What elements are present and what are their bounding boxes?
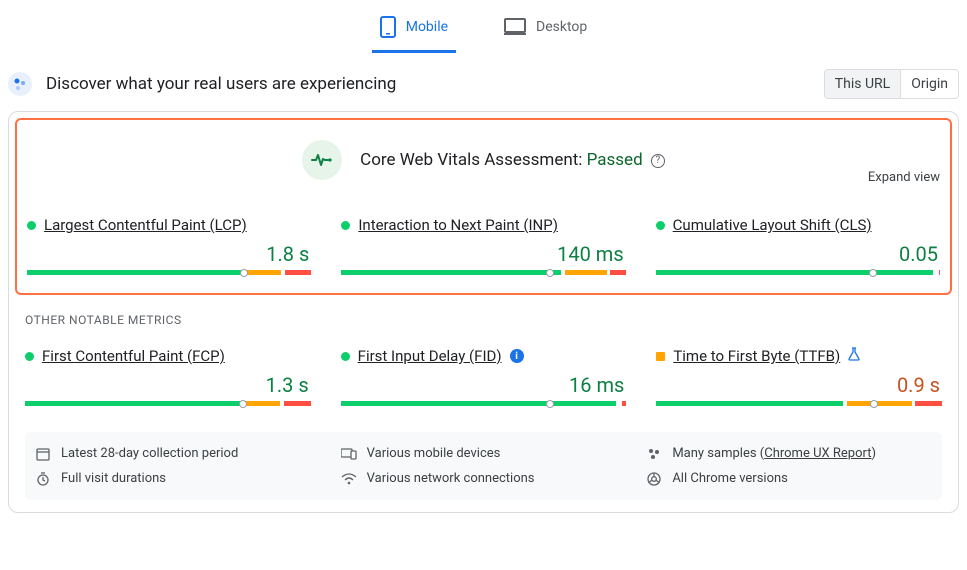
footer-network: Various network connections xyxy=(341,471,627,486)
assessment-text: Core Web Vitals Assessment: Passed ? xyxy=(360,150,665,170)
distribution-bar xyxy=(25,401,311,406)
devices-icon xyxy=(341,448,357,460)
distribution-bar xyxy=(27,270,311,275)
samples-icon xyxy=(646,447,662,461)
metric-value: 140 ms xyxy=(341,242,623,266)
metric-name[interactable]: Interaction to Next Paint (INP) xyxy=(358,216,558,234)
metric-name[interactable]: First Input Delay (FID) xyxy=(358,347,502,365)
metric-ttfb: Time to First Byte (TTFB) 0.9 s xyxy=(656,347,942,406)
vitals-pulse-icon xyxy=(302,140,342,180)
tab-desktop-label: Desktop xyxy=(536,19,587,35)
help-icon[interactable]: ? xyxy=(651,154,665,168)
metric-name[interactable]: First Contentful Paint (FCP) xyxy=(42,347,225,365)
desktop-icon xyxy=(504,18,526,36)
field-data-panel: Core Web Vitals Assessment: Passed ? Exp… xyxy=(8,111,959,513)
percentile-marker xyxy=(868,265,876,279)
metric-value: 0.9 s xyxy=(656,373,940,397)
assessment-status: Passed xyxy=(587,150,643,170)
scope-this-url[interactable]: This URL xyxy=(825,70,900,98)
rating-swatch xyxy=(656,221,665,230)
clock-icon xyxy=(35,472,51,486)
tab-mobile-label: Mobile xyxy=(406,19,448,35)
calendar-icon xyxy=(35,447,51,461)
page-title: Discover what your real users are experi… xyxy=(46,74,396,94)
scope-toggle: This URL Origin xyxy=(824,69,959,99)
header-row: Discover what your real users are experi… xyxy=(0,53,967,111)
other-metrics-label: OTHER NOTABLE METRICS xyxy=(9,313,958,337)
rating-swatch xyxy=(27,221,36,230)
mobile-icon xyxy=(380,16,396,38)
metric-name[interactable]: Time to First Byte (TTFB) xyxy=(673,347,840,365)
device-tabs: Mobile Desktop xyxy=(0,0,967,53)
network-icon xyxy=(341,473,357,485)
metric-value: 0.05 xyxy=(656,242,938,266)
rating-swatch xyxy=(25,352,34,361)
footer-samples: Many samples (Chrome UX Report) xyxy=(646,446,932,461)
percentile-marker xyxy=(238,396,246,410)
footer-durations: Full visit durations xyxy=(35,471,321,486)
metric-fcp: First Contentful Paint (FCP) 1.3 s xyxy=(25,347,311,406)
distribution-bar xyxy=(656,401,942,406)
tab-desktop[interactable]: Desktop xyxy=(496,10,595,53)
percentile-marker xyxy=(545,265,553,279)
core-vitals-box: Core Web Vitals Assessment: Passed ? Exp… xyxy=(15,118,952,295)
metric-value: 1.8 s xyxy=(27,242,309,266)
data-footer: Latest 28-day collection period Various … xyxy=(25,432,942,500)
scope-origin[interactable]: Origin xyxy=(900,70,958,98)
other-metrics-grid: First Contentful Paint (FCP) 1.3 s First… xyxy=(9,347,958,406)
tab-mobile[interactable]: Mobile xyxy=(372,10,456,53)
metric-lcp: Largest Contentful Paint (LCP) 1.8 s xyxy=(27,216,311,275)
assessment-label: Core Web Vitals Assessment: xyxy=(360,150,582,170)
percentile-marker xyxy=(869,396,877,410)
info-icon[interactable]: i xyxy=(510,349,524,363)
metric-cls: Cumulative Layout Shift (CLS) 0.05 xyxy=(656,216,940,275)
users-icon xyxy=(8,72,32,96)
footer-devices: Various mobile devices xyxy=(341,446,627,461)
footer-period: Latest 28-day collection period xyxy=(35,446,321,461)
distribution-bar xyxy=(656,270,940,275)
metric-value: 16 ms xyxy=(341,373,625,397)
metric-inp: Interaction to Next Paint (INP) 140 ms xyxy=(341,216,625,275)
rating-swatch xyxy=(341,221,350,230)
distribution-bar xyxy=(341,270,625,275)
footer-versions: All Chrome versions xyxy=(646,471,932,486)
percentile-marker xyxy=(239,265,247,279)
metric-name[interactable]: Cumulative Layout Shift (CLS) xyxy=(673,216,872,234)
flask-icon[interactable] xyxy=(848,347,860,365)
metric-value: 1.3 s xyxy=(25,373,309,397)
distribution-bar xyxy=(341,401,627,406)
percentile-marker xyxy=(545,396,553,410)
rating-swatch xyxy=(656,352,665,361)
expand-view-link[interactable]: Expand view xyxy=(868,170,940,185)
metric-fid: First Input Delay (FID) i 16 ms xyxy=(341,347,627,406)
core-metrics-grid: Largest Contentful Paint (LCP) 1.8 s Int… xyxy=(27,216,940,275)
rating-swatch xyxy=(341,352,350,361)
metric-name[interactable]: Largest Contentful Paint (LCP) xyxy=(44,216,247,234)
chrome-icon xyxy=(646,472,662,486)
crux-link[interactable]: Chrome UX Report xyxy=(764,446,871,461)
